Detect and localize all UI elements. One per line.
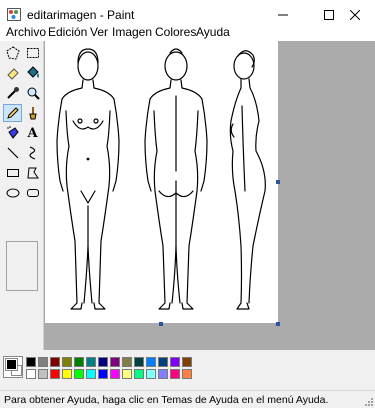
fill-bucket-icon xyxy=(26,66,39,78)
menu-ayuda[interactable]: Ayuda xyxy=(196,25,230,39)
drawing-canvas[interactable] xyxy=(45,41,278,323)
tool-rounded-rectangle[interactable] xyxy=(23,184,42,202)
status-text: Para obtener Ayuda, haga clic en Temas d… xyxy=(4,394,329,406)
color-swatch[interactable] xyxy=(146,369,156,379)
color-swatch[interactable] xyxy=(38,357,48,367)
resize-grip-icon[interactable] xyxy=(363,396,373,406)
menu-ver[interactable]: Ver xyxy=(90,25,108,39)
tool-ellipse[interactable] xyxy=(3,184,22,202)
tool-pencil[interactable] xyxy=(3,104,22,122)
toolbox: A xyxy=(0,41,44,350)
current-colors[interactable] xyxy=(3,356,23,378)
line-icon xyxy=(7,147,18,159)
tool-rect-select[interactable] xyxy=(23,44,42,62)
color-swatch[interactable] xyxy=(74,357,84,367)
tool-text[interactable]: A xyxy=(23,124,42,142)
rectangle-icon xyxy=(6,169,19,177)
text-icon: A xyxy=(27,125,38,141)
color-swatch[interactable] xyxy=(146,357,156,367)
status-bar: Para obtener Ayuda, haga clic en Temas d… xyxy=(0,390,375,408)
color-swatch[interactable] xyxy=(50,357,60,367)
paint-app-icon xyxy=(7,8,21,21)
menu-colores[interactable]: Colores xyxy=(155,25,196,39)
maximize-icon xyxy=(324,10,334,20)
color-swatch[interactable] xyxy=(98,369,108,379)
color-swatch[interactable] xyxy=(62,369,72,379)
resize-handle-bottom[interactable] xyxy=(159,322,163,326)
eyedropper-icon xyxy=(6,87,19,99)
color-swatch[interactable] xyxy=(134,357,144,367)
close-icon xyxy=(350,10,360,20)
brush-icon xyxy=(28,107,37,120)
tool-eyedropper[interactable] xyxy=(3,84,22,102)
menu-bar: Archivo Edición Ver Imagen Colores Ayuda xyxy=(0,22,375,41)
pencil-icon xyxy=(6,107,19,119)
figure-drawing xyxy=(56,48,266,310)
tool-line[interactable] xyxy=(3,144,22,162)
color-swatch[interactable] xyxy=(158,357,168,367)
tool-free-select[interactable] xyxy=(3,44,22,62)
rect-select-icon xyxy=(26,48,39,58)
color-swatch[interactable] xyxy=(122,357,132,367)
color-swatch[interactable] xyxy=(62,357,72,367)
foreground-color xyxy=(5,358,18,371)
front-figure xyxy=(56,48,120,310)
color-swatch[interactable] xyxy=(170,357,180,367)
color-swatch[interactable] xyxy=(26,357,36,367)
eraser-icon xyxy=(6,68,19,80)
menu-edicion[interactable]: Edición xyxy=(48,25,87,39)
ellipse-icon xyxy=(6,188,19,198)
tool-magnifier[interactable] xyxy=(23,84,42,102)
color-swatch[interactable] xyxy=(38,369,48,379)
color-swatch[interactable] xyxy=(170,369,180,379)
color-swatch[interactable] xyxy=(182,369,192,379)
tool-rectangle[interactable] xyxy=(3,164,22,182)
color-swatch[interactable] xyxy=(98,357,108,367)
airbrush-icon xyxy=(6,126,19,139)
tool-eraser[interactable] xyxy=(3,64,22,82)
color-swatch[interactable] xyxy=(50,369,60,379)
color-swatch[interactable] xyxy=(134,369,144,379)
tool-curve[interactable] xyxy=(23,144,42,162)
tool-airbrush[interactable] xyxy=(3,124,22,142)
minimize-icon xyxy=(278,14,288,16)
color-swatch[interactable] xyxy=(74,369,84,379)
color-swatch[interactable] xyxy=(110,357,120,367)
color-swatch[interactable] xyxy=(122,369,132,379)
tool-polygon[interactable] xyxy=(23,164,42,182)
free-select-icon xyxy=(5,46,20,60)
menu-imagen[interactable]: Imagen xyxy=(112,25,152,39)
polygon-icon xyxy=(26,167,39,179)
color-swatch[interactable] xyxy=(86,357,96,367)
back-figure xyxy=(144,48,208,310)
resize-handle-right[interactable] xyxy=(276,180,280,184)
color-swatch[interactable] xyxy=(86,369,96,379)
color-palette xyxy=(0,350,375,390)
color-swatch[interactable] xyxy=(158,369,168,379)
curve-icon xyxy=(28,146,35,160)
side-figure xyxy=(229,50,266,310)
color-swatch[interactable] xyxy=(26,369,36,379)
menu-archivo[interactable]: Archivo xyxy=(6,25,46,39)
tool-fill[interactable] xyxy=(23,64,42,82)
window-title: editarimagen - Paint xyxy=(27,8,135,22)
resize-handle-corner[interactable] xyxy=(276,322,280,326)
color-swatch[interactable] xyxy=(110,369,120,379)
magnifier-icon xyxy=(27,87,40,100)
tool-options-panel[interactable] xyxy=(6,241,38,291)
tool-brush[interactable] xyxy=(23,104,42,122)
rounded-rectangle-icon xyxy=(26,189,39,197)
color-swatch[interactable] xyxy=(182,357,192,367)
